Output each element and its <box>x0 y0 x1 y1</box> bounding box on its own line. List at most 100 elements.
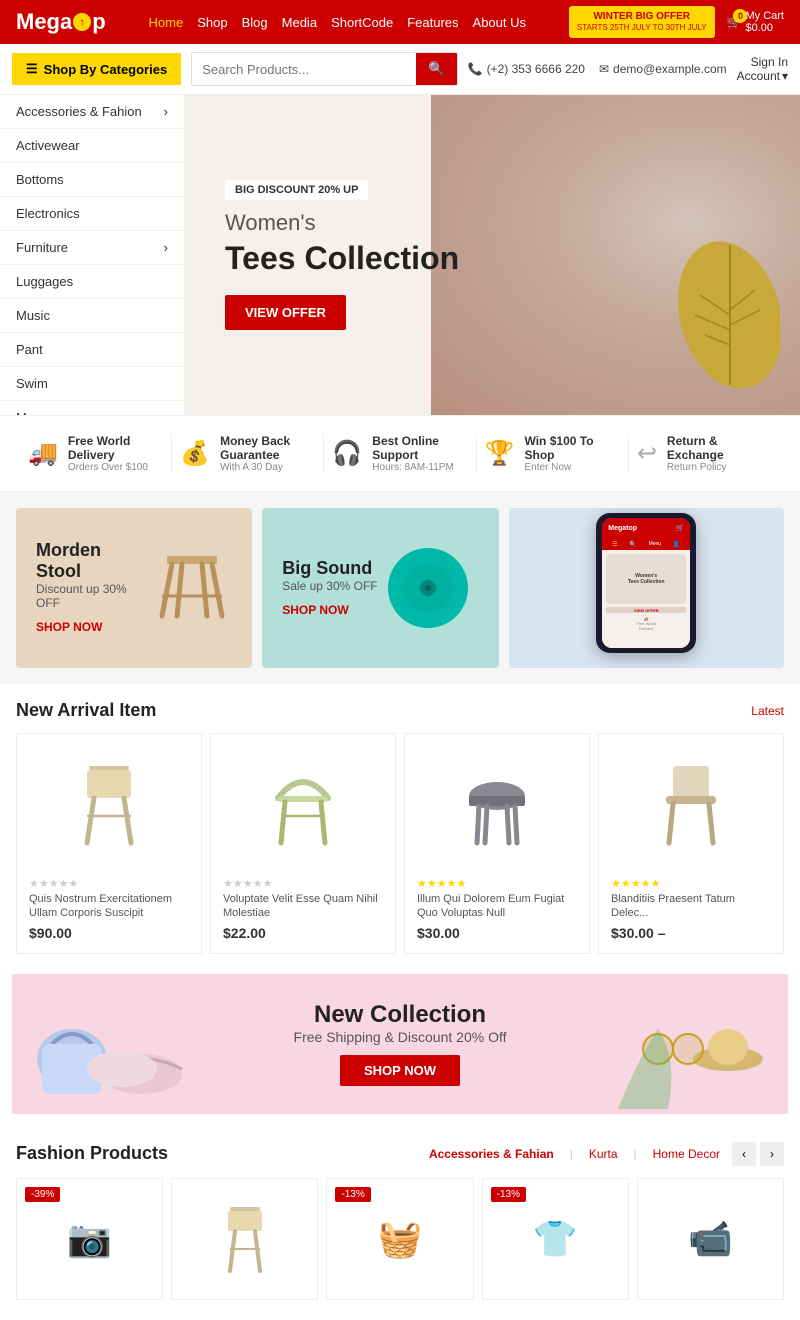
fashion-card-camera: -39% 📷 <box>16 1178 163 1300</box>
logo-arrow-icon: ↑ <box>73 13 91 31</box>
search-button[interactable]: 🔍 <box>416 53 457 85</box>
fashion-tab-kurta[interactable]: Kurta <box>583 1144 624 1164</box>
top-navigation: Home Shop Blog Media ShortCode Features … <box>149 15 526 30</box>
sidebar-menu-item[interactable]: Bottoms <box>0 163 184 197</box>
banner-right-svg <box>598 979 778 1109</box>
feature-text: Money Back Guarantee With A 30 Day <box>220 434 315 473</box>
nav-shortcode[interactable]: ShortCode <box>331 15 393 30</box>
hero-discount-badge: BIG DISCOUNT 20% UP <box>225 180 368 200</box>
product-name: Illum Qui Dolorem Eum Fugiat Quo Volupta… <box>417 892 577 921</box>
product-card: ★★★★★ Blanditiis Praesent Tatum Delec...… <box>598 733 784 954</box>
logo[interactable]: Mega ↑ p <box>16 9 106 35</box>
banner-center-text: New Collection Free Shipping & Discount … <box>294 1001 507 1086</box>
banner-title: New Collection <box>294 1001 507 1029</box>
phone-mockup: Megatop 🛒 ☰ 🔍 Menu 👤 Women'sTees Collect… <box>596 513 696 653</box>
sidebar-menu-item[interactable]: Music <box>0 299 184 333</box>
sidebar-menu-item[interactable]: Furniture› <box>0 231 184 265</box>
shop-now-stool-link[interactable]: SHOP NOW <box>36 620 102 634</box>
feature-text: Best Online Support Hours: 8AM-11PM <box>372 434 467 473</box>
sidebar-menu-item[interactable]: Activewear <box>0 129 184 163</box>
feature-icon: 💰 <box>180 439 210 468</box>
phone-screen: Megatop 🛒 ☰ 🔍 Menu 👤 Women'sTees Collect… <box>602 518 690 648</box>
feature-item: 🏆 Win $100 To Shop Enter Now <box>477 434 629 473</box>
sign-in-button[interactable]: Sign In Account ▾ <box>737 55 788 83</box>
view-offer-button[interactable]: VIEW OFFER <box>225 295 346 330</box>
product-price: $30.00 – <box>611 925 771 941</box>
product-image-wrap <box>611 746 771 866</box>
fashion-next-button[interactable]: › <box>760 1142 784 1166</box>
chair-svg <box>210 1199 280 1279</box>
discount-tag-camera: -39% <box>25 1187 60 1202</box>
cart-button[interactable]: 🛒 0 My Cart $0.00 <box>727 10 784 34</box>
speaker-svg <box>388 548 468 628</box>
topbar: Mega ↑ p Home Shop Blog Media ShortCode … <box>0 0 800 44</box>
sidebar-menu-item[interactable]: Pant <box>0 333 184 367</box>
sidebar-item-arrow-icon: › <box>164 240 168 255</box>
nav-home[interactable]: Home <box>149 15 184 30</box>
chair-image-wrap <box>182 1189 307 1289</box>
product-stars: ★★★★★ <box>417 878 466 890</box>
sidebar-menu-item[interactable]: Luggages <box>0 265 184 299</box>
feature-text: Win $100 To Shop Enter Now <box>525 434 620 473</box>
new-arrival-link[interactable]: Latest <box>751 704 784 718</box>
nav-blog[interactable]: Blog <box>242 15 268 30</box>
hero-subtitle: Women's <box>225 210 459 236</box>
sidebar-menu-item[interactable]: Accessories & Fahion› <box>0 95 184 129</box>
hero-text-block: BIG DISCOUNT 20% UP Women's Tees Collect… <box>225 180 459 330</box>
promo-text-stool: Morden Stool Discount up 30% OFF SHOP NO… <box>36 540 142 636</box>
camera-placeholder: 📷 <box>55 1199 125 1279</box>
fashion-tab-accessories[interactable]: Accessories & Fahian <box>423 1144 560 1164</box>
feature-text: Return & Exchange Return Policy <box>667 434 772 473</box>
sidebar-menu-item[interactable]: More <box>0 401 184 415</box>
nav-features[interactable]: Features <box>407 15 458 30</box>
fashion-card-shirt: -13% 👕 <box>482 1178 629 1300</box>
category-sidebar: Accessories & Fahion›ActivewearBottomsEl… <box>0 95 185 415</box>
search-input[interactable] <box>192 55 416 84</box>
shop-by-categories-button[interactable]: ☰ Shop By Categories <box>12 53 181 85</box>
contact-info: 📞 (+2) 353 6666 220 ✉ demo@example.com <box>468 62 727 76</box>
feature-item: 🚚 Free World Delivery Orders Over $100 <box>20 434 172 473</box>
nav-media[interactable]: Media <box>282 15 317 30</box>
hero-content: BIG DISCOUNT 20% UP Women's Tees Collect… <box>185 95 800 415</box>
nav-shop[interactable]: Shop <box>197 15 227 30</box>
feature-title: Free World Delivery <box>68 434 163 462</box>
search-input-wrap: 🔍 <box>191 52 457 86</box>
fashion-tab-home-decor[interactable]: Home Decor <box>647 1144 726 1164</box>
fashion-prev-button[interactable]: ‹ <box>732 1142 756 1166</box>
feature-item: 🎧 Best Online Support Hours: 8AM-11PM <box>324 434 476 473</box>
new-collection-shop-now-button[interactable]: SHOP NOW <box>340 1055 460 1086</box>
shop-now-speaker-link[interactable]: SHOP NOW <box>282 603 348 617</box>
phone-nav-bar: ☰ 🔍 Menu 👤 <box>602 538 690 550</box>
speaker-image <box>388 548 468 628</box>
camera2-image-wrap: 📹 <box>648 1189 773 1289</box>
product-card: ★★★★★ Voluptate Velit Esse Quam Nihil Mo… <box>210 733 396 954</box>
sidebar-menu-item[interactable]: Swim <box>0 367 184 401</box>
promo-title-stool: Morden Stool <box>36 540 142 582</box>
product-image-wrap <box>417 746 577 866</box>
fashion-card-chair <box>171 1178 318 1300</box>
promo-subtitle-stool: Discount up 30% OFF <box>36 582 142 610</box>
menu-icon: ☰ <box>26 61 38 77</box>
phone-features: 🚚Free WorldDelivery <box>606 616 686 631</box>
product-price: $90.00 <box>29 925 189 941</box>
fashion-products-grid: -39% 📷 -13% 🧺 -13% 👕 📹 <box>0 1174 800 1320</box>
feature-subtitle: Orders Over $100 <box>68 462 163 473</box>
feature-subtitle: Enter Now <box>525 462 620 473</box>
nav-about[interactable]: About Us <box>473 15 526 30</box>
feature-subtitle: With A 30 Day <box>220 462 315 473</box>
feature-icon: 🎧 <box>332 439 362 468</box>
promo-subtitle-speaker: Sale up 30% OFF <box>282 579 377 593</box>
sidebar-item-arrow-icon: › <box>164 104 168 119</box>
camera-image-wrap: 📷 <box>27 1189 152 1289</box>
discount-tag-shirt: -13% <box>491 1187 526 1202</box>
phone-hero-mini-text: Women'sTees Collection <box>628 573 665 585</box>
product-price: $30.00 <box>417 925 577 941</box>
sidebar-menu-item[interactable]: Electronics <box>0 197 184 231</box>
feature-item: 💰 Money Back Guarantee With A 30 Day <box>172 434 324 473</box>
email-info: ✉ demo@example.com <box>599 62 727 76</box>
product-card: ★★★★★ Illum Qui Dolorem Eum Fugiat Quo V… <box>404 733 590 954</box>
features-row: 🚚 Free World Delivery Orders Over $100 💰… <box>0 415 800 492</box>
product-stars: ★★★★★ <box>29 878 78 890</box>
phone-menu-icon: ☰ <box>612 541 617 548</box>
camera2-placeholder: 📹 <box>675 1199 745 1279</box>
